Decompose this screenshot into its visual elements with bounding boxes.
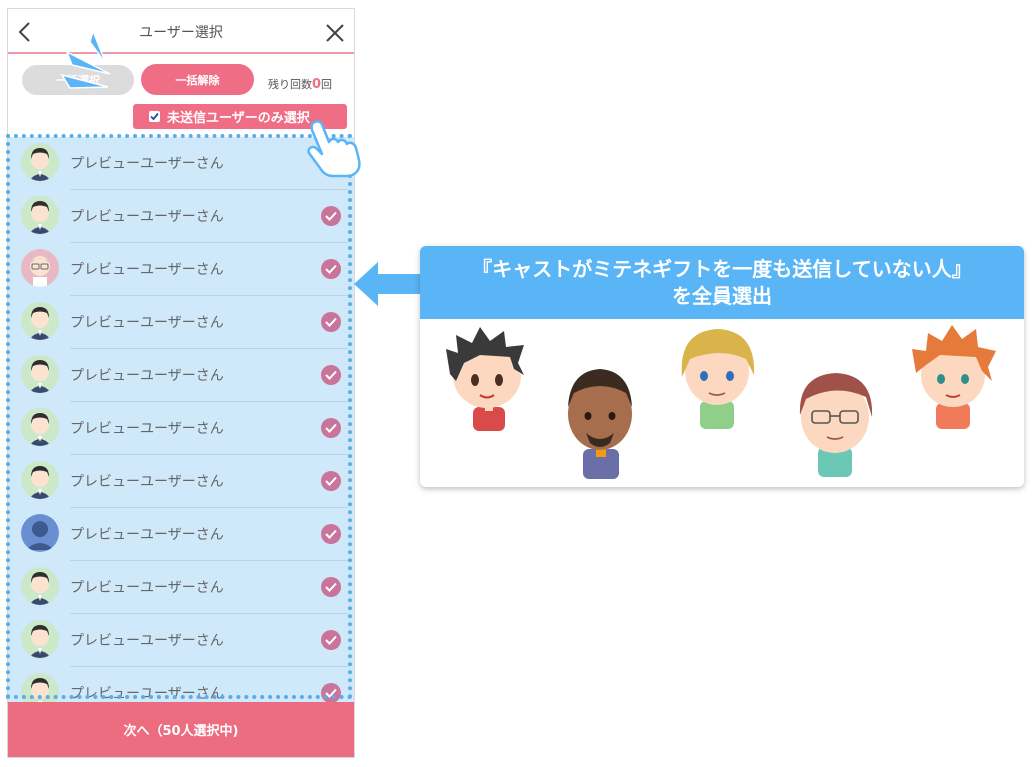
- user-row[interactable]: プレビューユーザーさん: [8, 667, 354, 703]
- user-row[interactable]: プレビューユーザーさん: [8, 296, 354, 349]
- check-circle-icon[interactable]: [321, 683, 341, 703]
- avatar: [21, 143, 59, 181]
- avatar: [21, 249, 59, 287]
- person-3-illustration: [681, 329, 755, 429]
- avatar: [21, 514, 59, 552]
- user-name: プレビューユーザーさん: [70, 421, 224, 437]
- user-row[interactable]: プレビューユーザーさん: [8, 190, 354, 243]
- user-row[interactable]: プレビューユーザーさん: [8, 508, 354, 561]
- avatar: [21, 567, 59, 605]
- check-circle-icon[interactable]: [321, 206, 341, 226]
- user-name: プレビューユーザーさん: [70, 262, 224, 278]
- next-button[interactable]: 次へ（50人選択中): [8, 702, 354, 757]
- explanation-callout: 『キャストがミテネギフトを一度も送信していない人』 を全員選出: [420, 246, 1024, 487]
- remaining-count: 残り回数0回: [268, 76, 332, 92]
- remaining-prefix: 残り回数: [268, 78, 312, 91]
- unsent-only-checkbox[interactable]: [149, 111, 160, 122]
- user-row[interactable]: プレビューユーザーさん: [8, 402, 354, 455]
- arrow-left-icon: [354, 262, 422, 306]
- people-illustration: [446, 325, 996, 479]
- user-row[interactable]: プレビューユーザーさん: [8, 455, 354, 508]
- user-row[interactable]: プレビューユーザーさん: [8, 243, 354, 296]
- avatar: [21, 461, 59, 499]
- user-name: プレビューユーザーさん: [70, 209, 224, 225]
- avatar: [21, 408, 59, 446]
- user-row[interactable]: プレビューユーザーさん: [8, 561, 354, 614]
- callout-heading: 『キャストがミテネギフトを一度も送信していない人』 を全員選出: [420, 246, 1024, 319]
- user-name: プレビューユーザーさん: [70, 686, 224, 702]
- unsent-only-label: 未送信ユーザーのみ選択: [167, 111, 310, 126]
- pointing-hand-icon: [307, 120, 361, 178]
- user-list: プレビューユーザーさん プレビューユーザーさん プレビューユーザーさん プレビューユー…: [8, 137, 354, 703]
- remaining-suffix: 回: [321, 78, 333, 91]
- avatar: [21, 673, 59, 703]
- checkmark-icon: [150, 112, 159, 121]
- sparkle-lines-icon: [60, 30, 111, 89]
- check-circle-icon[interactable]: [321, 418, 341, 438]
- avatar: [21, 302, 59, 340]
- person-5-illustration: [912, 325, 996, 429]
- check-circle-icon[interactable]: [321, 259, 341, 279]
- check-circle-icon[interactable]: [321, 365, 341, 385]
- person-4-illustration: [799, 373, 873, 477]
- deselect-all-button[interactable]: 一括解除: [141, 64, 254, 95]
- user-name: プレビューユーザーさん: [70, 156, 224, 172]
- user-row[interactable]: プレビューユーザーさん: [8, 349, 354, 402]
- callout-line-2: を全員選出: [672, 283, 772, 308]
- check-circle-icon[interactable]: [321, 524, 341, 544]
- remaining-number: 0: [312, 77, 322, 92]
- user-name: プレビューユーザーさん: [70, 633, 224, 649]
- check-circle-icon[interactable]: [321, 577, 341, 597]
- user-name: プレビューユーザーさん: [70, 527, 224, 543]
- avatar: [21, 196, 59, 234]
- user-name: プレビューユーザーさん: [70, 474, 224, 490]
- person-1-illustration: [446, 327, 524, 431]
- check-circle-icon[interactable]: [321, 630, 341, 650]
- callout-line-1: 『キャストがミテネギフトを一度も送信していない人』: [472, 256, 972, 281]
- person-2-illustration: [568, 369, 632, 479]
- user-row[interactable]: プレビューユーザーさん: [8, 614, 354, 667]
- user-name: プレビューユーザーさん: [70, 368, 224, 384]
- avatar: [21, 355, 59, 393]
- check-circle-icon[interactable]: [321, 312, 341, 332]
- user-name: プレビューユーザーさん: [70, 315, 224, 331]
- user-name: プレビューユーザーさん: [70, 580, 224, 596]
- avatar: [21, 620, 59, 658]
- close-icon[interactable]: [324, 22, 346, 44]
- check-circle-icon[interactable]: [321, 471, 341, 491]
